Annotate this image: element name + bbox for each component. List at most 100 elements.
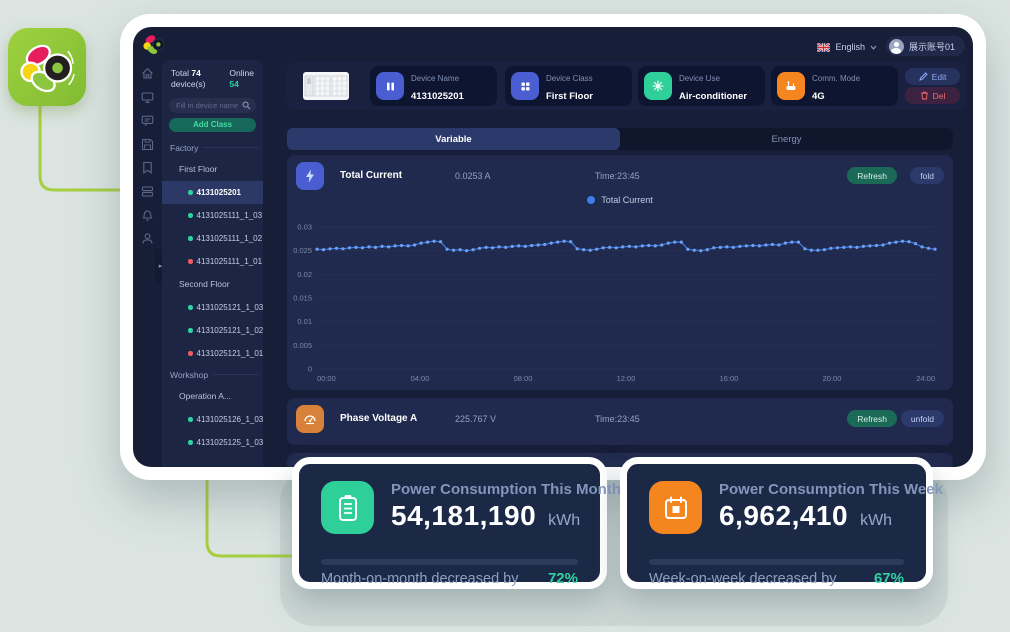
card-unit: kWh bbox=[548, 512, 580, 530]
layers-icon[interactable] bbox=[141, 185, 154, 198]
router-icon bbox=[777, 72, 805, 100]
app-logo-icon[interactable] bbox=[142, 33, 166, 55]
message-icon[interactable] bbox=[141, 114, 154, 127]
month-consumption-card: Power Consumption This Month 54,181,190k… bbox=[292, 457, 607, 589]
language-selector[interactable]: English bbox=[817, 38, 877, 56]
status-dot-online bbox=[188, 417, 193, 422]
tree-subgroup[interactable]: Second Floor bbox=[162, 273, 263, 296]
account-name: 展示账号01 bbox=[909, 40, 955, 53]
progress-track bbox=[321, 559, 578, 565]
tree-device[interactable]: 4131025111_1_02 bbox=[162, 227, 263, 250]
info-label: Device Use bbox=[679, 74, 720, 83]
tree-device[interactable]: 4131025126_1_03 bbox=[162, 408, 263, 431]
bookmark-icon[interactable] bbox=[141, 161, 154, 174]
compare-label: Week-on-week decreased by bbox=[649, 571, 837, 587]
monitor-icon[interactable] bbox=[141, 91, 154, 104]
info-label: Device Class bbox=[546, 74, 593, 83]
tree-subgroup[interactable]: First Floor bbox=[162, 158, 263, 181]
panel-time: Time:23:45 bbox=[595, 414, 640, 424]
tree-device[interactable]: 4131025121_1_03 bbox=[162, 296, 263, 319]
tab-energy[interactable]: Energy bbox=[620, 128, 953, 150]
search-icon bbox=[242, 101, 251, 110]
svg-text:04:00: 04:00 bbox=[411, 374, 430, 383]
device-tree-panel: Total 74 device(s) Online 54 Add Class F… bbox=[162, 60, 263, 467]
tree-device[interactable]: 4131025121_1_01 bbox=[162, 342, 263, 365]
svg-text:0.02: 0.02 bbox=[297, 270, 312, 279]
total-count: 74 bbox=[191, 68, 200, 78]
panel-time: Time:23:45 bbox=[595, 171, 640, 181]
tree-device[interactable]: 4131025111_1_03 bbox=[162, 204, 263, 227]
tab-variable[interactable]: Variable bbox=[287, 128, 620, 150]
device-tree-list: Factory First Floor 4131025201 413102511… bbox=[162, 138, 263, 454]
status-dot-online bbox=[188, 236, 193, 241]
alarm-icon[interactable] bbox=[141, 208, 154, 221]
info-value: Air-conditioner bbox=[679, 91, 747, 102]
info-label: Comm. Mode bbox=[812, 74, 860, 83]
device-photo-thumbnail[interactable] bbox=[303, 72, 349, 100]
legend-dot bbox=[587, 196, 595, 204]
brand-flower-icon bbox=[18, 42, 76, 92]
status-dot-online bbox=[188, 328, 193, 333]
language-label: English bbox=[835, 42, 865, 52]
refresh-button[interactable]: Refresh bbox=[847, 410, 897, 427]
unfold-button[interactable]: unfold bbox=[901, 410, 944, 427]
svg-text:24:00: 24:00 bbox=[916, 374, 935, 383]
card-title: Power Consumption This Week bbox=[719, 481, 943, 498]
delete-button[interactable]: Del bbox=[905, 87, 960, 104]
status-dot-offline bbox=[188, 351, 193, 356]
svg-text:0: 0 bbox=[308, 365, 312, 374]
chart-legend: Total Current bbox=[287, 195, 953, 205]
online-count: 54 bbox=[229, 79, 238, 89]
app-launcher-icon[interactable] bbox=[8, 28, 86, 106]
chevron-down-icon bbox=[870, 45, 877, 50]
card-value: 54,181,190 bbox=[391, 500, 536, 532]
fold-button[interactable]: fold bbox=[910, 167, 944, 184]
phase-voltage-panel: Phase Voltage A 225.767 V Time:23:45 Ref… bbox=[287, 398, 953, 445]
compare-label: Month-on-month decreased by bbox=[321, 571, 518, 587]
tree-group[interactable]: Factory bbox=[162, 138, 263, 158]
svg-text:0.025: 0.025 bbox=[293, 246, 312, 255]
home-icon[interactable] bbox=[141, 67, 154, 80]
legend-label: Total Current bbox=[601, 195, 653, 205]
total-current-panel: Total Current 0.0253 A Time:23:45 Refres… bbox=[287, 155, 953, 390]
tree-device[interactable]: 4131025111_1_01 bbox=[162, 250, 263, 273]
card-title: Power Consumption This Month bbox=[391, 481, 621, 498]
tree-group[interactable]: Workshop bbox=[162, 365, 263, 385]
panel-value: 225.767 V bbox=[455, 414, 496, 424]
battery-meter-icon bbox=[321, 481, 374, 534]
tree-device[interactable]: 4131025121_1_02 bbox=[162, 319, 263, 342]
tree-device-selected[interactable]: 4131025201 bbox=[162, 181, 263, 204]
device-info-bar: Device Name 4131025201 Device Class Firs… bbox=[287, 62, 967, 110]
status-dot-online bbox=[188, 190, 193, 195]
svg-text:0.03: 0.03 bbox=[297, 223, 312, 232]
panel-title: Phase Voltage A bbox=[340, 413, 417, 424]
status-dot-online bbox=[188, 440, 193, 445]
pause-icon bbox=[376, 72, 404, 100]
add-class-button[interactable]: Add Class bbox=[169, 118, 256, 132]
edit-button[interactable]: Edit bbox=[905, 68, 960, 85]
device-counts: Total 74 device(s) Online 54 bbox=[162, 66, 263, 91]
svg-text:12:00: 12:00 bbox=[617, 374, 636, 383]
status-dot-online bbox=[188, 305, 193, 310]
panel-title: Total Current bbox=[340, 170, 402, 181]
content-tabs: Variable Energy bbox=[287, 128, 953, 150]
device-window-bezel: English 展示账号01 bbox=[120, 14, 986, 480]
panel-header: Total Current 0.0253 A Time:23:45 Refres… bbox=[287, 155, 953, 197]
account-menu[interactable]: 展示账号01 bbox=[886, 36, 965, 56]
user-icon[interactable] bbox=[141, 232, 154, 245]
device-use-card: Device Use Air-conditioner bbox=[638, 66, 765, 106]
save-icon[interactable] bbox=[141, 138, 154, 151]
app-screen: English 展示账号01 bbox=[133, 27, 973, 467]
device-name-card: Device Name 4131025201 bbox=[370, 66, 497, 106]
air-conditioner-icon bbox=[644, 72, 672, 100]
tree-subgroup[interactable]: Operation A... bbox=[162, 385, 263, 408]
avatar bbox=[889, 39, 904, 54]
compare-value: 72% bbox=[548, 570, 578, 587]
device-search bbox=[169, 98, 256, 113]
card-value: 6,962,410 bbox=[719, 500, 848, 532]
tree-device[interactable]: 4131025125_1_03 bbox=[162, 431, 263, 454]
svg-text:16:00: 16:00 bbox=[720, 374, 739, 383]
svg-text:0.015: 0.015 bbox=[293, 294, 312, 303]
trash-icon bbox=[920, 91, 929, 100]
refresh-button[interactable]: Refresh bbox=[847, 167, 897, 184]
